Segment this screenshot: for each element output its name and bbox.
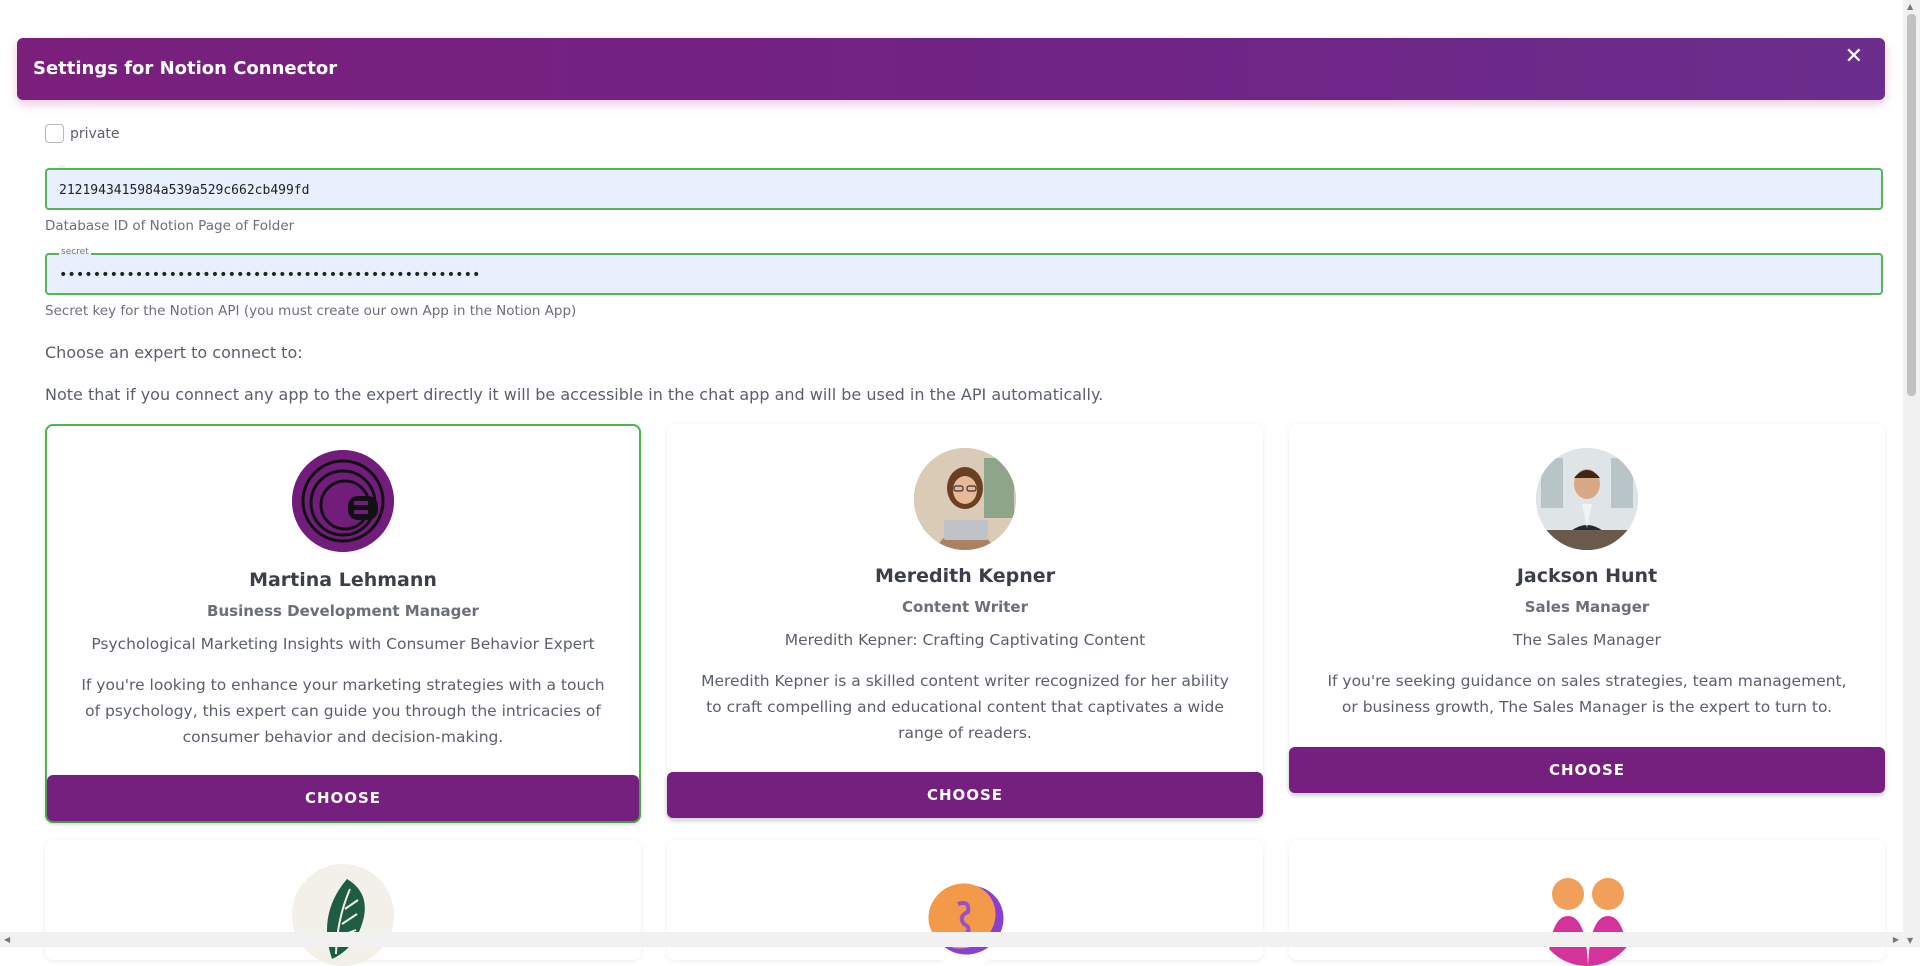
team-icon bbox=[1536, 864, 1638, 966]
close-icon[interactable]: ✕ bbox=[1845, 44, 1863, 69]
expert-avatar bbox=[914, 864, 1016, 966]
secret-field[interactable]: secret bbox=[45, 247, 1883, 295]
leaf-logo-icon bbox=[292, 864, 394, 966]
expert-description: Meredith Kepner is a skilled content wri… bbox=[701, 672, 1229, 742]
vertical-scrollbar[interactable]: ▲ ▼ bbox=[1903, 0, 1920, 947]
choose-button[interactable]: CHOOSE bbox=[1289, 747, 1885, 793]
database-id-field[interactable] bbox=[45, 162, 1883, 210]
expert-role: Business Development Manager bbox=[207, 602, 479, 620]
private-label: private bbox=[70, 125, 120, 142]
dialog-header: Settings for Notion Connector ✕ bbox=[17, 38, 1885, 100]
choose-button[interactable]: CHOOSE bbox=[667, 772, 1263, 818]
scroll-up-arrow-icon[interactable]: ▲ bbox=[1907, 2, 1913, 11]
brand-logo-icon bbox=[292, 450, 394, 552]
database-id-input[interactable] bbox=[57, 170, 1861, 210]
expert-description: If you're seeking guidance on sales stra… bbox=[1327, 672, 1847, 716]
choose-expert-prompt: Choose an expert to connect to: bbox=[45, 343, 303, 362]
expert-name: Jackson Hunt bbox=[1516, 565, 1658, 587]
horizontal-scrollbar[interactable]: ◀ ▶ bbox=[0, 932, 1903, 947]
secret-input[interactable] bbox=[57, 255, 1861, 295]
private-checkbox-row[interactable]: private bbox=[45, 124, 120, 143]
expert-tagline: Meredith Kepner: Crafting Captivating Co… bbox=[784, 631, 1146, 649]
person-photo-icon bbox=[914, 448, 1016, 550]
scroll-left-arrow-icon[interactable]: ◀ bbox=[4, 935, 10, 944]
expert-avatar bbox=[914, 448, 1016, 550]
database-id-hint: Database ID of Notion Page of Folder bbox=[45, 218, 295, 234]
scroll-right-arrow-icon[interactable]: ▶ bbox=[1893, 935, 1899, 944]
expert-description: If you're looking to enhance your market… bbox=[81, 676, 605, 746]
expert-avatar bbox=[1536, 448, 1638, 550]
vertical-scroll-thumb[interactable] bbox=[1907, 14, 1916, 396]
expert-avatar bbox=[1536, 864, 1638, 966]
expert-note: Note that if you connect any app to the … bbox=[45, 385, 1104, 404]
person-photo-icon bbox=[1536, 448, 1638, 550]
coin-icon bbox=[914, 864, 1016, 966]
expert-name: Martina Lehmann bbox=[249, 569, 437, 591]
expert-name: Meredith Kepner bbox=[874, 565, 1056, 587]
expert-role: Sales Manager bbox=[1524, 598, 1650, 616]
expert-avatar bbox=[292, 864, 394, 966]
expert-card[interactable]: Meredith Kepner Content Writer Meredith … bbox=[667, 424, 1263, 820]
expert-tagline: Psychological Marketing Insights with Co… bbox=[91, 635, 595, 653]
scroll-down-arrow-icon[interactable]: ▼ bbox=[1907, 936, 1913, 945]
expert-role: Content Writer bbox=[902, 598, 1028, 616]
secret-hint: Secret key for the Notion API (you must … bbox=[45, 303, 577, 319]
expert-tagline: The Sales Manager bbox=[1513, 631, 1661, 649]
private-checkbox[interactable] bbox=[45, 124, 64, 143]
expert-card[interactable]: Martina Lehmann Business Development Man… bbox=[45, 424, 641, 823]
choose-button[interactable]: CHOOSE bbox=[47, 775, 639, 821]
database-id-top-label bbox=[59, 162, 65, 168]
dialog-title: Settings for Notion Connector bbox=[33, 58, 338, 79]
expert-avatar bbox=[292, 450, 394, 552]
expert-card[interactable]: Jackson Hunt Sales Manager The Sales Man… bbox=[1289, 424, 1885, 794]
